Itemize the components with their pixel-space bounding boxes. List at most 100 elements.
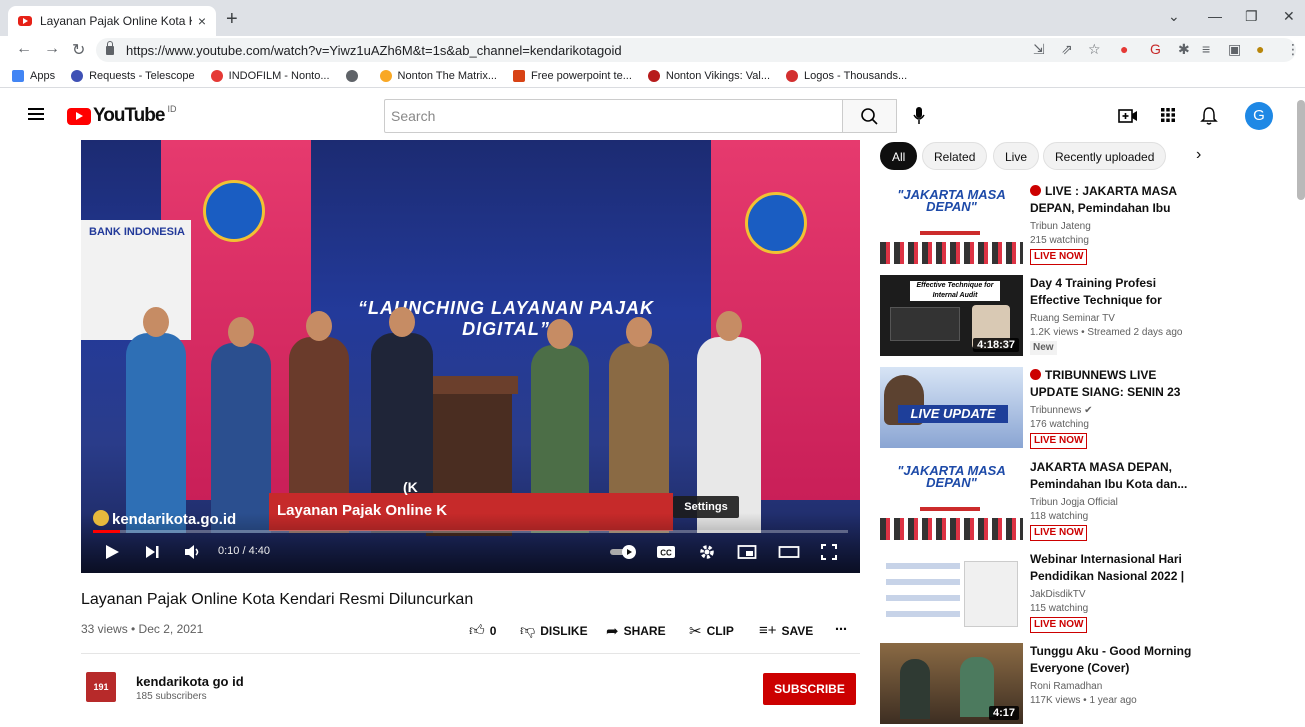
person [126,307,186,533]
search-button[interactable] [843,99,897,133]
chip-recently-uploaded[interactable]: Recently uploaded [1043,142,1167,170]
youtube-logo[interactable]: YouTube ID [67,104,176,127]
browser-tab[interactable]: Layanan Pajak Online Kota Kenda × [8,6,216,36]
save-button[interactable]: ≡+ SAVE [759,622,813,639]
search-icon [861,108,878,125]
share-page-icon[interactable]: ⇗ [1061,41,1073,58]
related-channel[interactable]: Tribunnews ✔ [1030,405,1093,416]
related-video[interactable]: Webinar Internasional Hari Pendidikan Na… [880,551,1300,635]
related-channel[interactable]: Tribun Jogja Official [1030,497,1118,508]
account-avatar[interactable]: G [1245,102,1273,130]
bookmark-label: Requests - Telescope [89,69,195,82]
video-thumbnail[interactable]: LIVE UPDATE [880,367,1023,448]
bookmark-indofilm[interactable]: INDOFILM - Nonto... [210,69,330,82]
close-tab-icon[interactable]: × [198,13,206,29]
related-video[interactable]: "JAKARTA MASA DEPAN" JAKARTA MASA DEPAN,… [880,459,1300,543]
address-bar[interactable]: https://www.youtube.com/watch?v=Yiwz1uAZ… [96,38,1296,62]
profile-icon[interactable]: ● [1256,41,1264,57]
thumbnail-text: Effective Technique for Internal Audit [910,281,1000,301]
bookmark-label: Free powerpoint te... [530,69,632,82]
video-thumbnail[interactable]: Effective Technique for Internal Audit 4… [880,275,1023,356]
bookmark-star-icon[interactable]: ☆ [1088,41,1101,58]
progress-bar[interactable] [93,530,848,533]
chip-all[interactable]: All [880,142,918,170]
related-channel[interactable]: Tribun Jateng [1030,221,1091,232]
subscribe-button[interactable]: SUBSCRIBE [763,673,856,705]
notifications-bell-icon[interactable] [1200,106,1218,126]
volume-icon[interactable] [183,543,203,561]
autoplay-toggle-icon[interactable] [609,543,639,561]
miniplayer-icon[interactable] [737,543,757,561]
next-icon[interactable] [143,543,161,561]
related-channel[interactable]: Roni Ramadhan [1030,681,1102,692]
microphone-icon[interactable] [912,106,926,126]
side-panel-icon[interactable]: ▣ [1228,41,1241,58]
search-input[interactable] [384,99,843,133]
video-thumbnail[interactable] [880,551,1023,632]
bookmark-logos[interactable]: Logos - Thousands... [786,69,907,82]
watermark-text: kendarikota.go.id [112,511,237,528]
reload-icon[interactable]: ↻ [72,40,85,60]
bookmark-matrix[interactable]: Nonton The Matrix... [379,69,497,82]
chrome-menu-icon[interactable]: ⋮ [1286,41,1300,58]
related-title[interactable]: LIVE : JAKARTA MASA DEPAN, Pemindahan Ib… [1030,183,1205,217]
chip-related[interactable]: Related [922,142,988,170]
theater-mode-icon[interactable] [778,543,800,561]
restore-icon[interactable]: ❐ [1245,8,1258,25]
install-icon[interactable]: ⇲ [1033,41,1045,58]
video-thumbnail[interactable]: "JAKARTA MASA DEPAN" [880,459,1023,540]
subtitles-icon[interactable]: CC [656,543,676,561]
new-tab-button[interactable]: + [226,8,238,31]
related-title[interactable]: TRIBUNNEWS LIVE UPDATE SIANG: SENIN 23 M… [1030,367,1205,401]
bookmark-requests[interactable]: Requests - Telescope [71,69,195,82]
globe-icon [345,69,358,82]
create-video-icon[interactable] [1118,106,1138,126]
like-button[interactable]: 👍︎ 0 [469,622,496,640]
lock-icon [106,40,114,55]
related-video[interactable]: Effective Technique for Internal Audit 4… [880,275,1300,359]
related-title[interactable]: Webinar Internasional Hari Pendidikan Na… [1030,551,1205,585]
video-player[interactable]: BANK INDONESIA “LAUNCHING LAYANAN PAJAK … [81,140,860,573]
live-dot-icon [1030,185,1041,196]
bookmark-vikings[interactable]: Nonton Vikings: Val... [647,69,770,82]
tab-search-icon[interactable]: ⌄ [1168,8,1180,25]
related-video[interactable]: LIVE UPDATE TRIBUNNEWS LIVE UPDATE SIANG… [880,367,1300,451]
related-video[interactable]: 4:17 Tunggu Aku - Good Morning Everyone … [880,643,1300,727]
video-thumbnail[interactable]: "JAKARTA MASA DEPAN" [880,183,1023,264]
play-icon[interactable] [103,543,121,561]
channel-avatar[interactable]: 191 [86,672,116,702]
bookmark-powerpoint[interactable]: Free powerpoint te... [512,69,632,82]
more-actions-button[interactable]: ⋯ [835,622,847,636]
related-channel[interactable]: JakDisdikTV [1030,589,1086,600]
extension-g-icon[interactable]: G [1150,41,1161,57]
chip-live[interactable]: Live [993,142,1040,170]
menu-icon[interactable] [28,108,44,120]
svg-text:CC: CC [660,549,672,558]
clip-button[interactable]: ✂ CLIP [689,622,734,640]
extensions-puzzle-icon[interactable]: ✱ [1178,41,1190,58]
minimize-icon[interactable]: — [1208,8,1222,24]
share-button[interactable]: ➦ SHARE [606,622,666,640]
bookmark-apps[interactable]: Apps [12,69,55,82]
back-icon[interactable]: ← [16,40,32,58]
settings-gear-icon[interactable] [698,543,716,561]
chevron-right-icon[interactable]: › [1196,146,1201,164]
forward-icon[interactable]: → [44,40,60,58]
url-text: https://www.youtube.com/watch?v=Yiwz1uAZ… [126,42,622,58]
extension-icon[interactable]: ● [1120,41,1128,57]
related-title[interactable]: JAKARTA MASA DEPAN, Pemindahan Ibu Kota … [1030,459,1205,493]
channel-name[interactable]: kendarikota go id [136,674,244,689]
related-title[interactable]: Day 4 Training Profesi Effective Techniq… [1030,275,1205,309]
reading-list-icon[interactable]: ≡ [1202,41,1210,57]
person [211,317,271,533]
close-window-icon[interactable]: ✕ [1283,8,1295,25]
caption-partial: (K [403,479,418,495]
dislike-button[interactable]: 👎︎ DISLIKE [520,622,588,640]
video-thumbnail[interactable]: 4:17 [880,643,1023,724]
fullscreen-icon[interactable] [820,543,838,561]
apps-grid-icon[interactable] [1159,106,1177,124]
related-title[interactable]: Tunggu Aku - Good Morning Everyone (Cove… [1030,643,1205,677]
related-channel[interactable]: Ruang Seminar TV [1030,313,1115,324]
related-video[interactable]: "JAKARTA MASA DEPAN" LIVE : JAKARTA MASA… [880,183,1300,267]
bookmark-globe[interactable] [345,69,364,82]
